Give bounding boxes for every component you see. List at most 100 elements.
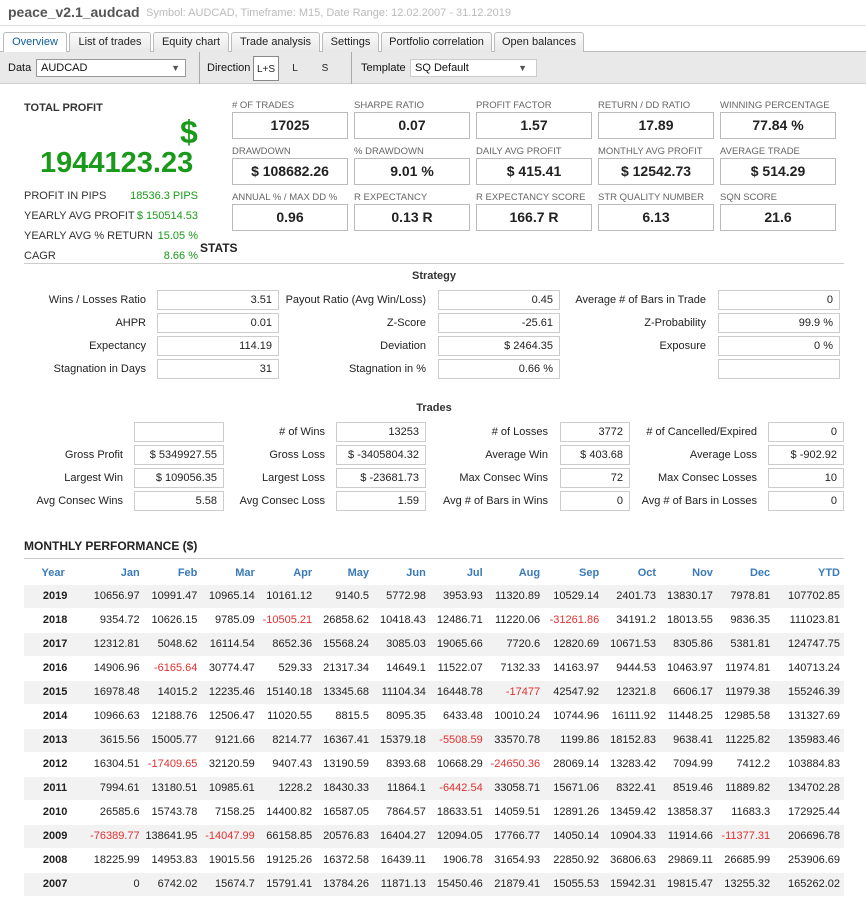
value-cell: -5508.59 — [429, 727, 487, 752]
value-cell: 15674.7 — [201, 871, 259, 896]
value-cell: 18152.83 — [603, 727, 661, 752]
column-header: Apr — [293, 566, 313, 579]
value-cell: 10744.96 — [544, 703, 604, 728]
summary-row: YEARLY AVG % RETURN 15.05 % — [24, 227, 200, 247]
tab-list-of-trades[interactable]: List of trades — [69, 32, 151, 52]
value-cell: -24650.36 — [486, 751, 545, 776]
year-cell: 2011 — [24, 775, 87, 800]
data-select[interactable]: AUDCAD ▼ — [36, 59, 186, 77]
table-row: 2014 10966.63 12188.76 12506.47 11020.55 8815… — [24, 703, 844, 728]
value-cell: 7412.2 — [716, 751, 775, 776]
value-cell: 26858.62 — [316, 607, 373, 632]
value-cell: 15379.18 — [373, 727, 430, 752]
column-header: YTD — [818, 566, 840, 579]
metric-value: $ 12542.73 — [598, 158, 714, 185]
value-cell: 15791.41 — [258, 871, 317, 896]
value-cell: 32120.59 — [201, 751, 259, 776]
table-row: 2010 26585.6 15743.78 7158.25 14400.82 16587.… — [24, 799, 844, 824]
value-cell: 14906.96 — [86, 655, 144, 680]
stat-value: $ -23681.73 — [336, 468, 426, 488]
value-cell: -31261.86 — [544, 607, 604, 632]
table-row: 2017 12312.81 5048.62 16114.54 8652.36 15568.… — [24, 631, 844, 656]
strategy-subtitle: Symbol: AUDCAD, Timeframe: M15, Date Ran… — [146, 7, 512, 19]
value-cell: 3085.03 — [373, 631, 430, 656]
tab-portfolio-correlation[interactable]: Portfolio correlation — [381, 32, 492, 52]
chevron-down-icon: ▼ — [518, 63, 527, 73]
value-cell: 13459.42 — [603, 799, 661, 824]
value-cell: 13830.17 — [660, 583, 717, 608]
table-header-row: Year Jan Feb Mar Apr May Jun Jul Aug Sep Oct Nov Dec… — [24, 562, 844, 584]
value-cell: 9407.43 — [258, 751, 317, 776]
year-cell: 2010 — [24, 799, 87, 824]
value-cell: 11522.07 — [429, 655, 487, 680]
value-cell: 15743.78 — [143, 799, 202, 824]
stat-label: Max Consec Losses — [657, 472, 757, 484]
stat-value: 0 — [718, 290, 840, 310]
metric-label: % DRAWDOWN — [354, 146, 424, 157]
control-bar: Data AUDCAD ▼ Direction L+S L S Template… — [0, 52, 866, 84]
metric-value: $ 514.29 — [720, 158, 836, 185]
year-cell: 2014 — [24, 703, 87, 728]
stat-value: 0.45 — [438, 290, 560, 310]
year-cell: 2008 — [24, 847, 87, 872]
value-cell: 11871.13 — [373, 871, 430, 896]
tab-overview[interactable]: Overview — [3, 32, 67, 53]
stat-label: Exposure — [659, 340, 706, 352]
value-cell: 6433.48 — [429, 703, 487, 728]
value-cell: 12820.69 — [544, 631, 604, 656]
value-cell: 10418.43 — [373, 607, 430, 632]
stat-value: $ 403.68 — [560, 445, 630, 465]
tab-trade-analysis[interactable]: Trade analysis — [231, 32, 320, 52]
value-cell: 11225.82 — [716, 727, 775, 752]
value-cell: 10161.12 — [258, 583, 317, 608]
value-cell: 19125.26 — [258, 847, 317, 872]
summary-row: CAGR 8.66 % — [24, 247, 200, 267]
value-cell: 165262.02 — [774, 871, 844, 896]
tab-settings[interactable]: Settings — [322, 32, 379, 52]
metric-value: $ 108682.26 — [232, 158, 348, 185]
metric-card: DRAWDOWN $ 108682.26 — [232, 146, 348, 192]
stat-label: Avg Consec Loss — [239, 495, 325, 507]
stat-value: 3772 — [560, 422, 630, 442]
column-header: Sep — [579, 566, 600, 579]
value-cell: 15005.77 — [143, 727, 202, 752]
stat-label: # of Cancelled/Expired — [646, 426, 757, 438]
metric-value: 6.13 — [598, 204, 714, 231]
column-header: Year — [41, 566, 65, 579]
tab-equity-chart[interactable]: Equity chart — [153, 32, 229, 52]
value-cell: 8214.77 — [258, 727, 317, 752]
direction-l-button[interactable]: L — [282, 56, 308, 81]
stat-label: Payout Ratio (Avg Win/Loss) — [285, 294, 426, 306]
value-cell: 11979.38 — [716, 679, 775, 704]
monthly-performance-table: Year Jan Feb Mar Apr May Jun Jul Aug Sep Oct Nov Dec… — [24, 562, 844, 896]
column-header: May — [347, 566, 369, 579]
value-cell: 29869.11 — [660, 847, 717, 872]
value-cell: 16114.54 — [201, 631, 259, 656]
stat-value: $ -902.92 — [768, 445, 844, 465]
direction-ls-button[interactable]: L+S — [253, 56, 279, 81]
template-select[interactable]: SQ Default ▼ — [410, 59, 537, 77]
monthly-performance-title: MONTHLY PERFORMANCE ($) — [24, 539, 198, 553]
metric-card: RETURN / DD RATIO 17.89 — [598, 100, 714, 146]
value-cell: 33570.78 — [486, 727, 545, 752]
value-cell: 11974.81 — [716, 655, 775, 680]
summary-value: 8.66 % — [163, 250, 198, 262]
tab-open-balances[interactable]: Open balances — [494, 32, 584, 52]
table-row: 2013 3615.56 15005.77 9121.66 8214.77 16367.4… — [24, 727, 844, 752]
stat-value: 3.51 — [157, 290, 279, 310]
stat-label: AHPR — [115, 317, 146, 329]
stat-label: Z-Probability — [644, 317, 706, 329]
value-cell: 34191.2 — [603, 607, 661, 632]
value-cell: -6165.64 — [143, 655, 202, 680]
value-cell: 16439.11 — [373, 847, 430, 872]
summary-value: $ 150514.53 — [136, 210, 198, 222]
direction-s-button[interactable]: S — [312, 56, 338, 81]
data-label: Data — [8, 62, 32, 74]
metric-card: R EXPECTANCY 0.13 R — [354, 192, 470, 238]
value-cell: 8305.86 — [660, 631, 717, 656]
stat-value: 0 — [768, 491, 844, 511]
column-header: Oct — [637, 566, 657, 579]
stat-value — [134, 422, 224, 442]
stat-value: 0.01 — [157, 313, 279, 333]
stat-value: $ 109056.35 — [134, 468, 224, 488]
